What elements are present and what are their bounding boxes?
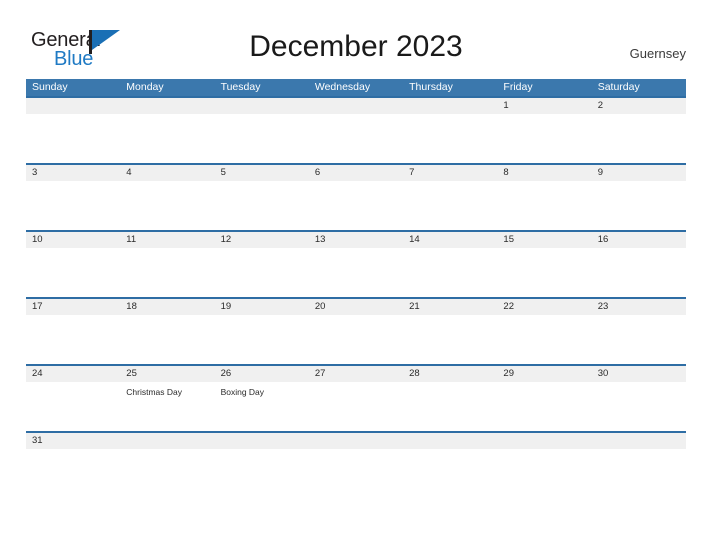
calendar-week-row: 17 18 19 20 21 22 23 bbox=[26, 297, 686, 364]
day-event-label: Boxing Day bbox=[220, 387, 265, 397]
calendar-week-row: 24 25 Christmas Day 26 Boxing Day 27 28 bbox=[26, 364, 686, 431]
calendar-day-cell[interactable]: 11 bbox=[120, 232, 214, 297]
calendar-day-cell[interactable]: 1 bbox=[497, 98, 591, 163]
day-number: 2 bbox=[597, 100, 603, 111]
day-number: 5 bbox=[220, 167, 226, 178]
calendar-day-cell[interactable]: 23 bbox=[592, 299, 686, 364]
calendar-day-cell[interactable] bbox=[120, 98, 214, 163]
day-number: 9 bbox=[597, 167, 603, 178]
calendar-day-cell[interactable] bbox=[215, 433, 309, 498]
day-number: 18 bbox=[126, 301, 137, 312]
calendar-week-row: 10 11 12 13 14 15 16 bbox=[26, 230, 686, 297]
calendar-day-cell[interactable]: 14 bbox=[403, 232, 497, 297]
weekday-header-friday: Friday bbox=[503, 81, 533, 93]
calendar-week-row: 31 bbox=[26, 431, 686, 498]
calendar-day-cell[interactable]: 16 bbox=[592, 232, 686, 297]
calendar-day-cell[interactable]: 22 bbox=[497, 299, 591, 364]
weekday-header-thursday: Thursday bbox=[409, 81, 453, 93]
day-number: 22 bbox=[503, 301, 514, 312]
calendar-page: General Blue December 2023 Guernsey Sund… bbox=[0, 0, 712, 550]
calendar-day-cell[interactable]: 25 Christmas Day bbox=[120, 366, 214, 431]
calendar-day-cell[interactable]: 17 bbox=[26, 299, 120, 364]
day-number: 1 bbox=[503, 100, 509, 111]
weekday-header-tuesday: Tuesday bbox=[220, 81, 261, 93]
calendar-day-cell[interactable]: 2 bbox=[592, 98, 686, 163]
calendar-day-cell[interactable]: 18 bbox=[120, 299, 214, 364]
day-number: 28 bbox=[409, 368, 420, 379]
calendar-day-cell[interactable]: 15 bbox=[497, 232, 591, 297]
calendar-day-cell[interactable]: 8 bbox=[497, 165, 591, 230]
calendar-day-cell[interactable] bbox=[215, 98, 309, 163]
calendar-day-cell[interactable]: 19 bbox=[215, 299, 309, 364]
weekday-header-saturday: Saturday bbox=[597, 81, 640, 93]
day-number: 23 bbox=[597, 301, 609, 312]
calendar-day-cell[interactable]: 27 bbox=[309, 366, 403, 431]
calendar-day-cell[interactable]: 13 bbox=[309, 232, 403, 297]
calendar-day-cell[interactable] bbox=[403, 433, 497, 498]
page-title: December 2023 bbox=[249, 30, 463, 63]
calendar-day-cell[interactable]: 29 bbox=[497, 366, 591, 431]
day-number: 20 bbox=[314, 301, 326, 312]
region-label: Guernsey bbox=[629, 46, 686, 61]
day-number: 10 bbox=[32, 234, 43, 245]
calendar-day-cell[interactable]: 26 Boxing Day bbox=[215, 366, 309, 431]
calendar-week-row: 3 4 5 6 7 8 9 bbox=[26, 163, 686, 230]
calendar-day-cell[interactable]: 4 bbox=[120, 165, 214, 230]
day-number: 6 bbox=[314, 167, 321, 178]
calendar-day-cell[interactable]: 6 bbox=[309, 165, 403, 230]
calendar-day-cell[interactable] bbox=[403, 98, 497, 163]
calendar-grid: Sunday Monday Tuesday Wednesday Thursday… bbox=[26, 79, 686, 498]
day-number: 11 bbox=[126, 234, 137, 245]
day-number: 24 bbox=[32, 368, 43, 379]
calendar-day-cell[interactable]: 28 bbox=[403, 366, 497, 431]
day-number: 21 bbox=[409, 301, 420, 312]
day-number: 25 bbox=[126, 368, 137, 379]
weekday-header-sunday: Sunday bbox=[32, 81, 68, 93]
day-number: 4 bbox=[126, 167, 132, 178]
day-number: 16 bbox=[597, 234, 609, 245]
calendar-day-cell[interactable]: 20 bbox=[309, 299, 403, 364]
calendar-day-cell[interactable] bbox=[497, 433, 591, 498]
day-number: 19 bbox=[220, 301, 232, 312]
day-number: 15 bbox=[503, 234, 514, 245]
day-number: 14 bbox=[409, 234, 420, 245]
day-number: 7 bbox=[409, 167, 415, 178]
calendar-day-cell[interactable]: 10 bbox=[26, 232, 120, 297]
day-event-label: Christmas Day bbox=[126, 387, 183, 397]
calendar-day-cell[interactable]: 12 bbox=[215, 232, 309, 297]
calendar-day-cell[interactable]: 24 bbox=[26, 366, 120, 431]
calendar-day-cell[interactable] bbox=[120, 433, 214, 498]
calendar-week-row: 1 2 bbox=[26, 96, 686, 163]
calendar-day-cell[interactable] bbox=[309, 433, 403, 498]
weekday-header-monday: Monday bbox=[126, 81, 164, 93]
day-number: 29 bbox=[503, 368, 514, 379]
day-number: 31 bbox=[32, 435, 43, 446]
calendar-day-cell[interactable]: 7 bbox=[403, 165, 497, 230]
day-number: 3 bbox=[32, 167, 38, 178]
day-number: 8 bbox=[503, 167, 509, 178]
day-number: 30 bbox=[597, 368, 609, 379]
day-number: 13 bbox=[314, 234, 326, 245]
calendar-day-cell[interactable]: 21 bbox=[403, 299, 497, 364]
day-number: 26 bbox=[220, 368, 232, 379]
weekday-header-row: Sunday Monday Tuesday Wednesday Thursday… bbox=[26, 79, 686, 96]
calendar-day-cell[interactable]: 3 bbox=[26, 165, 120, 230]
weekday-header-wednesday: Wednesday bbox=[314, 81, 371, 93]
calendar-day-cell[interactable] bbox=[592, 433, 686, 498]
day-number: 12 bbox=[220, 234, 232, 245]
day-number: 17 bbox=[32, 301, 43, 312]
calendar-day-cell[interactable]: 30 bbox=[592, 366, 686, 431]
calendar-day-cell[interactable] bbox=[26, 98, 120, 163]
calendar-day-cell[interactable]: 5 bbox=[215, 165, 309, 230]
day-number: 27 bbox=[314, 368, 326, 379]
page-header: General Blue December 2023 Guernsey bbox=[0, 0, 712, 80]
calendar-day-cell[interactable]: 9 bbox=[592, 165, 686, 230]
calendar-day-cell[interactable] bbox=[309, 98, 403, 163]
calendar-day-cell[interactable]: 31 bbox=[26, 433, 120, 498]
